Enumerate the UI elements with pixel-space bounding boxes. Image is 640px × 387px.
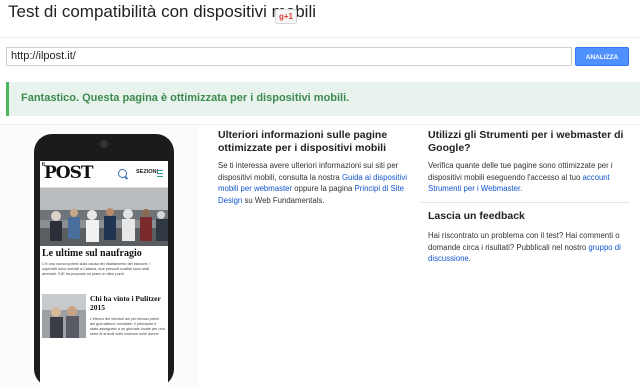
phone-camera (100, 140, 108, 148)
article-photo-migrants (40, 188, 168, 246)
menu-icon (157, 170, 163, 177)
analyze-button[interactable]: ANALIZZA (575, 47, 629, 66)
phone-screen: IL POST SEZIONI Le ultime sul naufragio (40, 161, 168, 387)
sections-label: SEZIONI (136, 169, 159, 175)
article-summary-2: L'elenco dei vincitori dei più famosi pr… (90, 317, 165, 336)
webmaster-tools-heading: Utilizzi gli Strumenti per i webmaster d… (428, 129, 624, 154)
url-input[interactable]: http://ilpost.it/ (6, 47, 572, 66)
info-text: Se ti interessa avere ulteriori informaz… (218, 160, 408, 206)
search-icon (118, 169, 127, 178)
article-summary-1: C'è una nuova ipotesi sulla causa del ri… (42, 262, 151, 276)
feedback-text: Hai riscontrato un problema con il test?… (428, 230, 633, 265)
tools-text-end: . (520, 184, 523, 193)
feedback-text-end: . (468, 254, 471, 263)
info-heading: Ulteriori informazioni sulle pagine otti… (218, 129, 388, 154)
site-logo: POST (44, 163, 94, 183)
page-title: Test di compatibilità con dispositivi mo… (8, 2, 317, 21)
article-headline-1[interactable]: Le ultime sul naufragio (42, 248, 142, 259)
result-message: Fantastico. Questa pagina è ottimizzata … (21, 92, 350, 104)
article-headline-2[interactable]: Chi ha vinto i Pulitzer 2015 (90, 294, 166, 312)
info-text-mid: oppure la pagina (292, 184, 355, 193)
google-plus-one-button[interactable]: g+1 (275, 9, 297, 24)
info-text-end: su Web Fundamentals. (242, 195, 325, 205)
phone-frame: IL POST SEZIONI Le ultime sul naufragio (34, 134, 174, 387)
column-divider (420, 202, 630, 203)
result-banner: Fantastico. Questa pagina è ottimizzata … (6, 82, 640, 116)
webmaster-tools-text: Verifica quante delle tue pagine sono ot… (428, 160, 633, 195)
article-photo-pulitzer (42, 294, 86, 338)
header-divider (0, 37, 640, 38)
feedback-heading: Lascia un feedback (428, 210, 525, 222)
site-header: IL POST SEZIONI (40, 161, 168, 188)
section-divider (0, 124, 640, 125)
